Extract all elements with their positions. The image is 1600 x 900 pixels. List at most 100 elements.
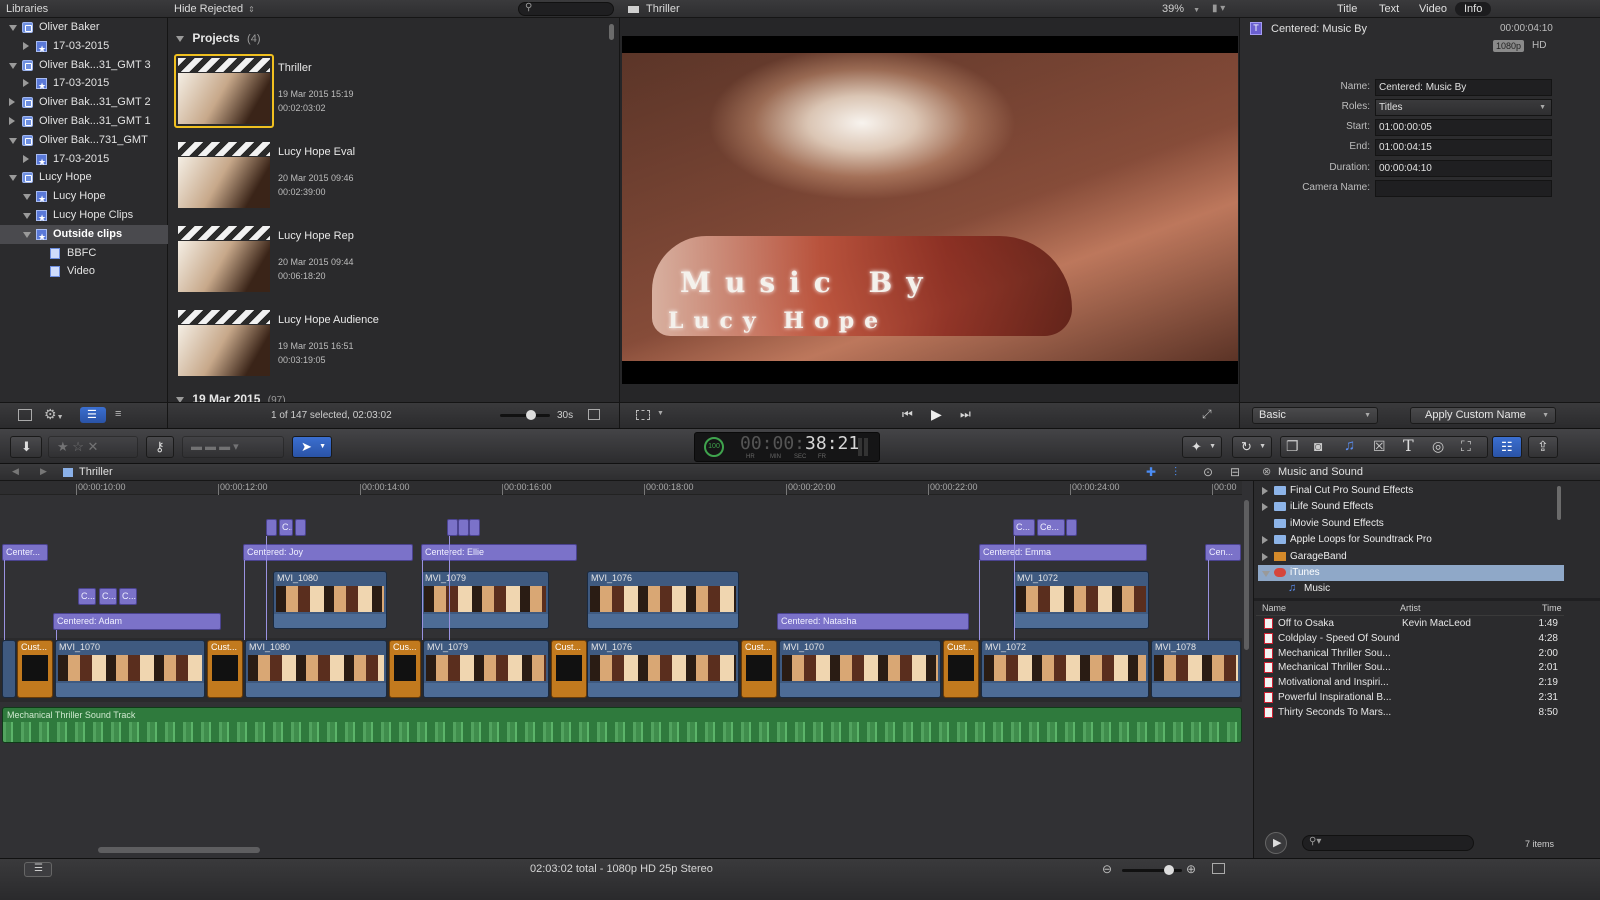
disclosure-closed-icon[interactable] bbox=[1262, 552, 1268, 561]
track-row[interactable]: Motivational and Inspiri... 2:19 bbox=[1258, 675, 1564, 690]
library-item[interactable]: BBFC bbox=[0, 244, 168, 263]
clip-appearance-icon[interactable] bbox=[588, 409, 600, 420]
gap-clip[interactable]: Cust... bbox=[741, 640, 777, 698]
timeline-zoom-slider[interactable] bbox=[1122, 865, 1182, 875]
zoom-in-icon[interactable]: ⊕ bbox=[1186, 862, 1196, 876]
solo-icon[interactable]: ⊙ bbox=[1203, 465, 1213, 479]
previous-edit-icon[interactable]: ⏮ bbox=[902, 407, 913, 422]
filmstrip-view-button[interactable]: ☰ bbox=[80, 407, 106, 423]
disclosure-closed-icon[interactable] bbox=[1262, 536, 1268, 545]
title-clip[interactable]: Centered: Natasha bbox=[777, 613, 969, 630]
video-clip-partial[interactable] bbox=[2, 640, 16, 698]
back-arrow-icon[interactable]: ◀ bbox=[12, 466, 19, 477]
library-item[interactable]: Video bbox=[0, 262, 168, 281]
video-clip[interactable]: MVI_1080 bbox=[245, 640, 387, 698]
snapping-icon[interactable]: ⊟ bbox=[1230, 465, 1240, 479]
slider-knob[interactable] bbox=[526, 410, 536, 420]
photo-browser-icon[interactable]: ◙ bbox=[1314, 438, 1322, 454]
library-item[interactable]: 17-03-2015 bbox=[0, 150, 168, 172]
media-source[interactable]: Final Cut Pro Sound Effects bbox=[1258, 483, 1564, 499]
audio-skimming-icon[interactable]: ⫶ bbox=[1174, 465, 1177, 480]
field-value[interactable]: 00:00:04:10 bbox=[1375, 160, 1552, 177]
timeline-ruler[interactable] bbox=[0, 481, 1242, 495]
projects-group-header[interactable]: Projects (4) bbox=[176, 30, 261, 46]
sources-scrollbar[interactable] bbox=[1557, 486, 1561, 520]
library-toggle-icon[interactable] bbox=[18, 409, 32, 421]
next-edit-icon[interactable]: ⏭ bbox=[960, 407, 971, 422]
share-button[interactable]: ⇪ bbox=[1528, 436, 1558, 458]
small-title-clip[interactable] bbox=[1066, 519, 1077, 536]
disclosure-open-icon[interactable] bbox=[9, 175, 17, 182]
disclosure-open-icon[interactable] bbox=[23, 213, 31, 219]
library-item[interactable]: Oliver Bak...31_GMT 2 bbox=[0, 93, 168, 112]
retime-button[interactable]: ↻ ▼ bbox=[1232, 436, 1272, 458]
transitions-browser-icon[interactable]: ☒ bbox=[1373, 438, 1386, 455]
tab-text[interactable]: Text bbox=[1370, 2, 1408, 16]
disclosure-closed-icon[interactable] bbox=[9, 98, 15, 107]
connected-video-clip[interactable]: MVI_1076 bbox=[587, 571, 739, 629]
small-title-clip[interactable] bbox=[266, 519, 277, 536]
video-clip[interactable]: MVI_1076 bbox=[587, 640, 739, 698]
titles-browser-icon[interactable]: T bbox=[1403, 436, 1414, 455]
small-title-clip[interactable]: C... bbox=[119, 588, 137, 605]
clip-appearance-icon[interactable] bbox=[1212, 863, 1225, 874]
video-clip[interactable]: MVI_1070 bbox=[779, 640, 941, 698]
timeline-index-button[interactable]: ☰ bbox=[24, 862, 52, 877]
disclosure-open-icon[interactable] bbox=[23, 194, 31, 201]
track-row[interactable]: Mechanical Thriller Sou... 2:01 bbox=[1258, 660, 1564, 675]
themes-browser-icon[interactable]: ⛶ bbox=[1461, 438, 1471, 455]
library-item[interactable]: Outside clips bbox=[0, 224, 168, 247]
disclosure-closed-icon[interactable] bbox=[1262, 487, 1268, 495]
title-clip[interactable]: Centered: Emma bbox=[979, 544, 1147, 561]
gap-clip[interactable]: Cust... bbox=[207, 640, 243, 698]
forward-arrow-icon[interactable]: ▶ bbox=[40, 466, 47, 477]
column-header-name[interactable]: Name bbox=[1262, 603, 1286, 613]
background-tasks-indicator[interactable]: 100 bbox=[704, 437, 724, 457]
field-value[interactable]: 01:00:00:05 bbox=[1375, 119, 1552, 136]
track-row[interactable]: Coldplay - Speed Of Sound 4:28 bbox=[1258, 631, 1564, 646]
media-search-field[interactable]: ⚲▾ bbox=[1302, 835, 1474, 851]
gap-clip[interactable]: Cust... bbox=[943, 640, 979, 698]
field-value[interactable]: Titles ▼ bbox=[1375, 99, 1552, 116]
tab-title[interactable]: Title bbox=[1328, 2, 1366, 16]
title-clip[interactable]: Centered: Joy bbox=[243, 544, 413, 561]
gap-clip[interactable]: Cus... bbox=[389, 640, 421, 698]
browser-scrollbar[interactable] bbox=[609, 24, 614, 40]
media-source[interactable]: GarageBand bbox=[1258, 549, 1564, 565]
slider-knob[interactable] bbox=[1164, 865, 1174, 875]
skimming-icon[interactable]: ✚ bbox=[1146, 465, 1156, 479]
video-clip[interactable]: MVI_1079 bbox=[423, 640, 549, 698]
gap-clip[interactable]: Cust... bbox=[551, 640, 587, 698]
gear-icon[interactable]: ⚙▼ bbox=[44, 406, 64, 423]
library-item[interactable]: Lucy Hope Clips bbox=[0, 206, 168, 228]
media-source[interactable]: ♫ Music bbox=[1258, 581, 1564, 597]
title-clip[interactable]: Centered: Adam bbox=[53, 613, 221, 630]
library-item[interactable]: 17-03-2015 bbox=[0, 37, 168, 59]
library-item[interactable]: Lucy Hope bbox=[0, 168, 168, 187]
disclosure-closed-icon[interactable] bbox=[23, 79, 29, 88]
chevron-down-icon[interactable]: ▼ bbox=[657, 410, 664, 417]
clip-size-slider[interactable] bbox=[500, 410, 550, 420]
small-title-clip[interactable]: C... bbox=[1013, 519, 1035, 536]
project-thumbnail[interactable] bbox=[174, 54, 274, 128]
zoom-popup[interactable]: 39% ▼ bbox=[1162, 0, 1200, 20]
media-source[interactable]: iMovie Sound Effects bbox=[1258, 516, 1564, 532]
library-item[interactable]: Oliver Bak...731_GMT bbox=[0, 131, 168, 150]
apply-custom-name-button[interactable]: Apply Custom Name ▼ bbox=[1410, 407, 1556, 424]
play-icon[interactable]: ▶ bbox=[931, 406, 942, 423]
music-browser-icon[interactable]: ♫ bbox=[1344, 437, 1355, 454]
track-row[interactable]: Mechanical Thriller Sou... 2:00 bbox=[1258, 646, 1564, 661]
splitter[interactable] bbox=[1254, 598, 1600, 601]
title-clip[interactable]: Center... bbox=[2, 544, 48, 561]
edit-buttons[interactable]: ▬ ▬ ▬ ▾ bbox=[182, 436, 284, 458]
rating-buttons[interactable]: ★ ☆ ✕ bbox=[48, 436, 138, 458]
track-row[interactable]: Off to Osaka Kevin MacLeod 1:49 bbox=[1258, 616, 1564, 631]
project-thumbnail[interactable] bbox=[174, 222, 274, 296]
audio-clip[interactable]: Mechanical Thriller Sound Track bbox=[2, 707, 1242, 743]
column-header-artist[interactable]: Artist bbox=[1400, 603, 1421, 613]
list-view-button[interactable]: ≡ bbox=[108, 407, 134, 423]
small-title-clip[interactable] bbox=[469, 519, 480, 536]
zoom-out-icon[interactable]: ⊖ bbox=[1102, 862, 1112, 876]
disclosure-open-icon[interactable] bbox=[1262, 571, 1270, 577]
disclosure-open-icon[interactable] bbox=[9, 137, 17, 144]
